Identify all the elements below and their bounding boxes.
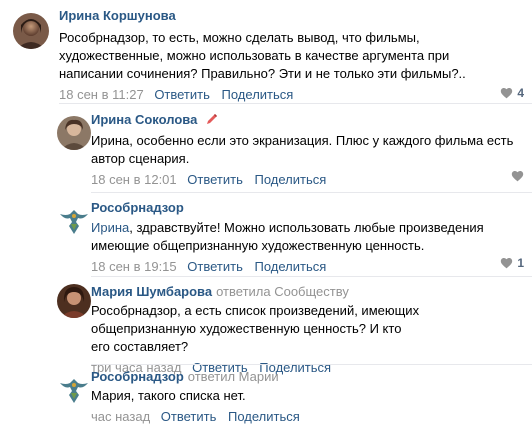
comment-author: Мария Шумбарова ответила Сообществу bbox=[91, 284, 526, 300]
comment-author: Ирина Соколова bbox=[91, 112, 526, 129]
share-button[interactable]: Поделиться bbox=[254, 172, 326, 187]
separator bbox=[59, 103, 532, 104]
comment-author: Рособрнадзор ответил Марии bbox=[91, 369, 526, 385]
comment-4: Мария Шумбарова ответила Сообществу Рособ… bbox=[0, 284, 532, 375]
comment-text: Ирина, здравствуйте! Можно использовать … bbox=[91, 219, 521, 255]
comment-date[interactable]: 18 сен в 11:27 bbox=[59, 87, 144, 102]
pencil-icon bbox=[206, 113, 218, 129]
comment-text: Мария, такого списка нет. bbox=[91, 388, 246, 403]
comment-meta: час назад Ответить Поделиться bbox=[91, 409, 526, 425]
author-link[interactable]: Рособрнадзор bbox=[91, 200, 184, 215]
reply-button[interactable]: Ответить bbox=[154, 87, 210, 102]
comment-text: Рособрнадзор, а есть список произведений… bbox=[91, 303, 420, 354]
heart-icon bbox=[501, 88, 513, 99]
author-link[interactable]: Ирина Коршунова bbox=[59, 8, 176, 23]
author-link[interactable]: Мария Шумбарова bbox=[91, 284, 212, 299]
avatar[interactable] bbox=[13, 13, 49, 49]
comment-author: Ирина Коршунова bbox=[59, 8, 526, 24]
avatar[interactable] bbox=[57, 116, 91, 150]
mention-link[interactable]: Ирина bbox=[91, 220, 129, 235]
comment-1: Ирина Коршунова Рособрнадзор, то есть, м… bbox=[0, 8, 532, 104]
replied-to[interactable]: ответил Марии bbox=[188, 369, 279, 384]
heart-icon bbox=[511, 171, 524, 182]
comment-text: Ирина, особенно если это экранизация. Пл… bbox=[91, 132, 514, 166]
reply-button[interactable]: Ответить bbox=[187, 172, 243, 187]
like-button[interactable] bbox=[511, 170, 524, 182]
heart-icon bbox=[501, 258, 513, 269]
comment-meta: 18 сен в 19:15 Ответить Поделиться bbox=[91, 259, 526, 275]
author-link[interactable]: Рособрнадзор bbox=[91, 369, 184, 384]
comment-meta: 18 сен в 12:01 Ответить Поделиться bbox=[91, 172, 526, 188]
like-button[interactable]: 4 bbox=[500, 86, 524, 100]
comment-text: Рособрнадзор, то есть, можно сделать выв… bbox=[59, 30, 466, 81]
comment-text-body: , здравствуйте! Можно использовать любые… bbox=[91, 220, 484, 253]
share-button[interactable]: Поделиться bbox=[228, 409, 300, 424]
comment-date[interactable]: 18 сен в 12:01 bbox=[91, 172, 177, 187]
comment-date[interactable]: час назад bbox=[91, 409, 150, 424]
comment-author: Рособрнадзор bbox=[91, 200, 526, 216]
separator bbox=[91, 364, 532, 365]
separator bbox=[91, 192, 532, 193]
avatar[interactable] bbox=[57, 373, 91, 407]
comment-date[interactable]: 18 сен в 19:15 bbox=[91, 259, 177, 274]
author-link[interactable]: Ирина Соколова bbox=[91, 112, 197, 127]
share-button[interactable]: Поделиться bbox=[254, 259, 326, 274]
reply-button[interactable]: Ответить bbox=[187, 259, 243, 274]
comment-3: Рособрнадзор Ирина, здравствуйте! Можно … bbox=[0, 200, 532, 276]
comment-5: Рособрнадзор ответил Марии Мария, такого … bbox=[0, 369, 532, 429]
reply-button[interactable]: Ответить bbox=[161, 409, 217, 424]
like-count: 1 bbox=[517, 256, 524, 270]
like-button[interactable]: 1 bbox=[500, 256, 524, 270]
avatar[interactable] bbox=[57, 204, 91, 238]
comment-2: Ирина Соколова Ирина, особенно если это … bbox=[0, 112, 532, 192]
share-button[interactable]: Поделиться bbox=[222, 87, 294, 102]
avatar[interactable] bbox=[57, 284, 91, 318]
comment-meta: 18 сен в 11:27 Ответить Поделиться bbox=[59, 87, 526, 103]
replied-to[interactable]: ответила Сообществу bbox=[216, 284, 349, 299]
separator bbox=[91, 276, 532, 277]
like-count: 4 bbox=[517, 86, 524, 100]
